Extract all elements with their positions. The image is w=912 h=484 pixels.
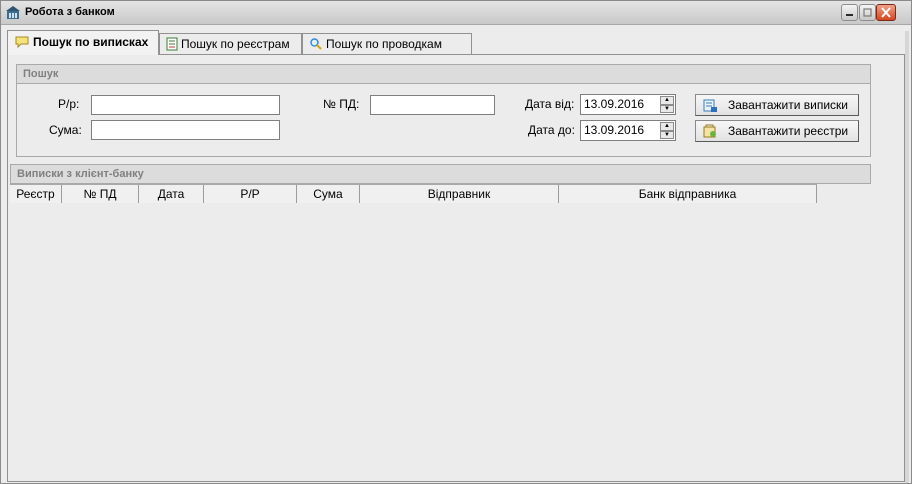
tab-search-statements[interactable]: Пошук по виписках [7, 30, 159, 55]
load-statements-icon [703, 99, 717, 112]
account-label: Р/р: [58, 97, 80, 111]
date-to-value: 13.09.2016 [584, 123, 645, 137]
load-statements-button[interactable]: Завантажити виписки [695, 94, 859, 116]
tab-search-registers[interactable]: Пошук по реєстрам [159, 33, 302, 54]
column-header-sender[interactable]: Відправник [360, 185, 559, 204]
tab-label: Пошук по проводкам [326, 37, 442, 51]
date-from-spinner[interactable]: ▲ ▼ [660, 96, 674, 113]
sum-label: Сума: [49, 123, 82, 137]
tab-label: Пошук по реєстрам [181, 37, 290, 51]
column-header-sender-bank[interactable]: Банк відправника [559, 185, 817, 204]
load-registers-button[interactable]: Завантажити реєстри [695, 120, 859, 142]
spin-up-icon[interactable]: ▲ [660, 96, 674, 105]
date-to-spinner[interactable]: ▲ ▼ [660, 122, 674, 139]
title-bar[interactable]: Робота з банком [1, 1, 911, 25]
statements-group-header: Виписки з клієнт-банку [10, 164, 871, 184]
tab-search-postings[interactable]: Пошук по проводкам [302, 33, 472, 54]
register-list-icon [166, 37, 178, 51]
window-edge [905, 31, 909, 483]
tab-label: Пошук по виписках [33, 35, 149, 49]
column-header-account[interactable]: Р/Р [204, 185, 297, 204]
window-title: Робота з банком [25, 6, 115, 18]
bank-app-icon [6, 6, 20, 19]
bank-window: Робота з банком Пошук по виписках Пошук … [0, 0, 912, 484]
close-icon [881, 7, 891, 18]
column-header-date[interactable]: Дата [139, 185, 204, 204]
maximize-button[interactable] [859, 4, 876, 21]
close-button[interactable] [876, 4, 896, 21]
account-input[interactable] [91, 95, 280, 115]
date-to-label: Дата до: [528, 123, 575, 137]
column-header-sum[interactable]: Сума [297, 185, 360, 204]
spin-up-icon[interactable]: ▲ [660, 122, 674, 131]
tab-strip: Пошук по виписках Пошук по реєстрам Пошу… [7, 30, 907, 55]
magnifier-icon [310, 38, 322, 50]
minimize-button[interactable] [841, 4, 858, 21]
statements-table-body[interactable] [10, 203, 871, 479]
statements-table-header: Реєстр № ПД Дата Р/Р Сума Відправник Бан… [10, 184, 817, 204]
column-header-register[interactable]: Реєстр [10, 185, 62, 204]
date-from-picker[interactable]: 13.09.2016 ▲ ▼ [580, 94, 676, 115]
load-registers-icon [703, 124, 716, 138]
date-to-picker[interactable]: 13.09.2016 ▲ ▼ [580, 120, 676, 141]
search-group-header: Пошук [16, 64, 871, 84]
maximize-icon [863, 8, 872, 17]
payment-doc-number-input[interactable] [370, 95, 495, 115]
column-header-payment-doc-number[interactable]: № ПД [62, 185, 139, 204]
date-from-label: Дата від: [525, 97, 575, 111]
minimize-icon [846, 14, 853, 16]
payment-doc-number-label: № ПД: [323, 97, 360, 111]
load-registers-label: Завантажити реєстри [728, 124, 849, 138]
sum-input[interactable] [91, 120, 280, 140]
load-statements-label: Завантажити виписки [728, 98, 848, 112]
spin-down-icon[interactable]: ▼ [660, 104, 674, 113]
chat-bubble-icon [15, 36, 29, 49]
date-from-value: 13.09.2016 [584, 97, 645, 111]
spin-down-icon[interactable]: ▼ [660, 130, 674, 139]
